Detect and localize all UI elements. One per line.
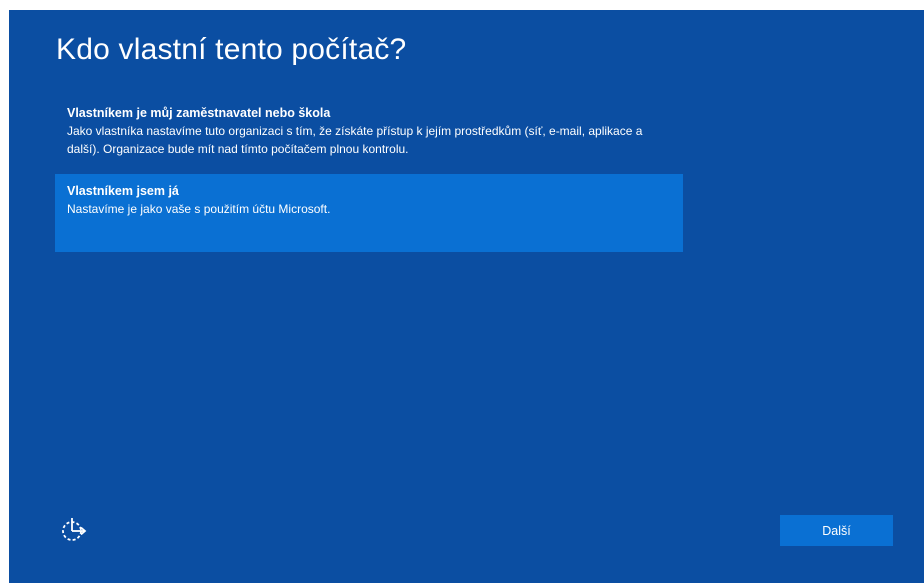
option-employer-or-school[interactable]: Vlastníkem je můj zaměstnavatel nebo ško… <box>55 96 683 166</box>
ease-of-access-icon-graphic <box>62 518 87 541</box>
oobe-screen: Kdo vlastní tento počítač? Vlastníkem je… <box>9 10 924 583</box>
option-personal-owner[interactable]: Vlastníkem jsem já Nastavíme je jako vaš… <box>55 174 683 252</box>
ease-of-access-icon[interactable] <box>59 515 89 545</box>
next-button[interactable]: Další <box>780 515 893 546</box>
option-description: Nastavíme je jako vaše s použitím účtu M… <box>67 202 331 216</box>
option-description: Jako vlastníka nastavíme tuto organizaci… <box>67 124 643 156</box>
option-title: Vlastníkem jsem já <box>67 184 179 198</box>
page-title: Kdo vlastní tento počítač? <box>56 33 407 66</box>
option-title: Vlastníkem je můj zaměstnavatel nebo ško… <box>67 106 331 120</box>
